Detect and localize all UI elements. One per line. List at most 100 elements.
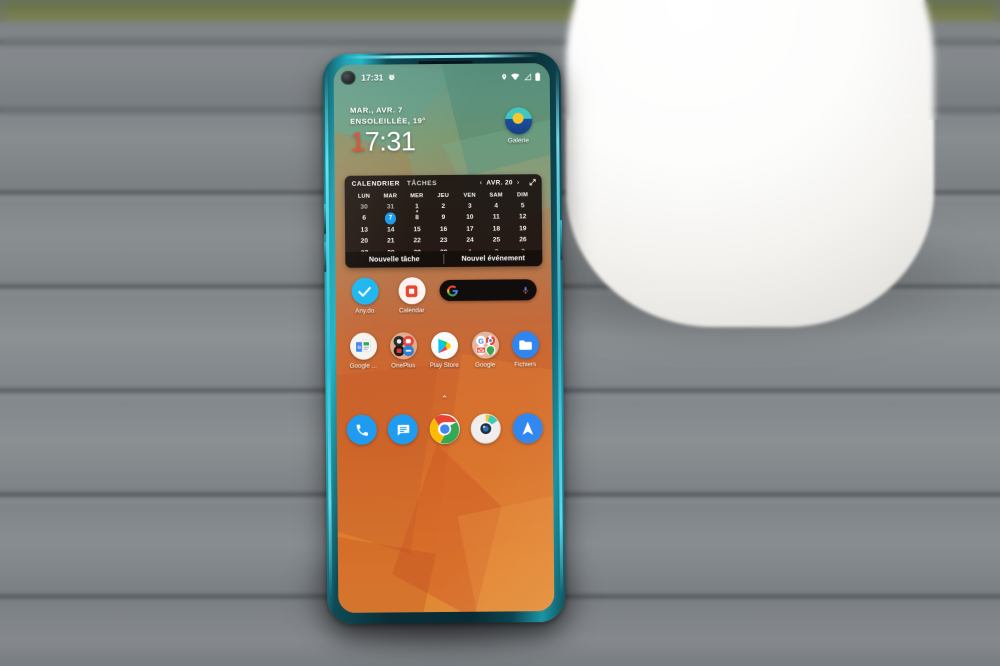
oneplus-folder-icon xyxy=(389,332,417,360)
calendar-day-header: DIM xyxy=(516,192,529,199)
svg-text:G: G xyxy=(478,336,484,345)
calendar-day-cell[interactable]: 31 xyxy=(377,201,404,213)
calendar-day-cell[interactable]: 30 xyxy=(351,202,378,214)
tab-calendrier[interactable]: CALENDRIER xyxy=(352,180,400,187)
dock-item-navigation[interactable] xyxy=(512,413,543,444)
anydo-checkmark-icon xyxy=(350,277,379,305)
calendar-day-cell[interactable]: 11 xyxy=(483,212,510,224)
app-oneplus-folder[interactable]: OnePlus xyxy=(384,332,422,369)
punch-hole-camera xyxy=(341,71,355,85)
calendar-day-cell[interactable]: 17 xyxy=(457,223,484,235)
calendar-day-header: LUN xyxy=(357,193,371,200)
app-drawer-chevron-icon[interactable]: ⌃ xyxy=(441,394,449,405)
app-anydo[interactable]: Any.do xyxy=(345,277,383,315)
calendar-month-nav: ‹ AVR. 20 › xyxy=(480,178,537,186)
expand-icon[interactable] xyxy=(529,178,537,186)
dock-item-phone[interactable] xyxy=(346,414,377,445)
smartphone-device: 17:31 MAR., AVR. 7 ENSOLEILLÉE, 19° 17:3… xyxy=(322,51,566,625)
calendar-day-cell[interactable]: 24 xyxy=(457,235,484,247)
weather-date: MAR., AVR. 7 xyxy=(349,105,403,115)
calendar-grid[interactable]: LUN MAR MER JEU VEN SAM DIM 30 31 1 2 3 4 5 6 7 8 9 10 11 12… xyxy=(345,190,543,259)
calendar-day-cell[interactable]: 4 xyxy=(483,200,510,212)
new-task-button[interactable]: Nouvelle tâche xyxy=(345,256,443,264)
calendar-day-cell[interactable]: 7 xyxy=(377,212,404,225)
clock-first-digit: 1 xyxy=(350,126,365,157)
calendar-day-cell[interactable]: 25 xyxy=(483,235,510,247)
clock-remaining: 7:31 xyxy=(364,126,416,157)
google-search-bar[interactable] xyxy=(439,279,537,302)
app-calendar[interactable]: Calendar xyxy=(392,277,430,314)
calendar-day-cell[interactable]: 18 xyxy=(483,223,510,235)
app-label: Any.do xyxy=(355,307,375,315)
calendar-day-cell[interactable]: 23 xyxy=(430,235,457,247)
app-google-news[interactable]: G Google ... xyxy=(344,332,382,370)
dock-item-camera[interactable] xyxy=(470,413,501,444)
messages-icon xyxy=(387,414,418,445)
gallery-shortcut[interactable]: Galerie xyxy=(497,107,539,144)
files-folder-icon xyxy=(511,331,539,359)
calendar-day-cell[interactable]: 9 xyxy=(430,212,457,224)
next-month-button[interactable]: › xyxy=(517,179,520,186)
calendar-day-cell[interactable]: 6 xyxy=(351,213,378,225)
calendar-day-cell[interactable]: 19 xyxy=(510,223,537,235)
calendar-day-cell[interactable]: 16 xyxy=(430,224,457,236)
app-label: OnePlus xyxy=(391,362,416,370)
calendar-day-cell[interactable]: 22 xyxy=(404,235,431,247)
status-bar-time: 17:31 xyxy=(361,72,384,83)
calendar-day-cell[interactable]: 26 xyxy=(510,234,537,246)
battery-icon xyxy=(535,72,540,81)
gallery-icon xyxy=(504,107,532,135)
calendar-day-cell[interactable]: 15 xyxy=(404,224,431,236)
calendar-day-cell[interactable]: 20 xyxy=(351,236,378,248)
calendar-day-cell[interactable]: 21 xyxy=(378,236,405,248)
gallery-label: Galerie xyxy=(507,137,529,145)
calendar-day-cell[interactable]: 13 xyxy=(351,224,378,236)
phone-top-rim xyxy=(344,54,539,59)
chrome-icon xyxy=(429,413,460,445)
calendar-widget[interactable]: CALENDRIER TÂCHES ‹ AVR. 20 › LUN MAR MER J… xyxy=(344,174,543,268)
calendar-day-cell[interactable]: 5 xyxy=(509,200,536,212)
svg-text:G: G xyxy=(357,345,361,351)
app-fichiers[interactable]: Fichiers xyxy=(506,331,544,368)
calendar-day-cell[interactable]: 8 xyxy=(404,213,431,225)
calendar-day-cell[interactable]: 1 xyxy=(404,201,431,213)
prev-month-button[interactable]: ‹ xyxy=(480,179,483,186)
calendar-day-cell[interactable]: 10 xyxy=(457,212,484,224)
calendar-day-header: MAR xyxy=(383,193,398,200)
calendar-day-header: VEN xyxy=(463,192,476,199)
tab-taches[interactable]: TÂCHES xyxy=(407,180,437,187)
white-ceramic-vase xyxy=(566,0,934,327)
dock-item-messages[interactable] xyxy=(387,414,418,445)
volume-up-button[interactable] xyxy=(322,204,327,235)
calendar-widget-header: CALENDRIER TÂCHES ‹ AVR. 20 › xyxy=(345,174,542,192)
weather-clock-widget[interactable]: MAR., AVR. 7 ENSOLEILLÉE, 19° 17:31 xyxy=(349,104,426,157)
calendar-app-icon xyxy=(397,277,426,305)
app-label: Google ... xyxy=(349,362,377,370)
calendar-day-cell[interactable]: 14 xyxy=(377,224,404,236)
app-label: Fichiers xyxy=(514,361,537,369)
play-store-icon xyxy=(430,331,458,360)
location-pin-icon xyxy=(501,73,506,80)
alarm-icon xyxy=(388,74,395,81)
dock-item-chrome[interactable] xyxy=(429,413,460,445)
calendar-day-cell[interactable]: 3 xyxy=(457,201,484,213)
google-news-icon: G xyxy=(349,332,377,360)
calendar-day-cell[interactable]: 12 xyxy=(509,212,536,224)
status-bar: 17:31 xyxy=(334,63,550,91)
gallery-sun-shape xyxy=(512,112,524,124)
app-play-store[interactable]: Play Store xyxy=(425,331,463,369)
volume-down-button[interactable] xyxy=(323,242,327,273)
phone-screen[interactable]: 17:31 MAR., AVR. 7 ENSOLEILLÉE, 19° 17:3… xyxy=(333,63,555,613)
google-g-icon xyxy=(447,284,458,296)
calendar-widget-footer: Nouvelle tâche Nouvel événement xyxy=(345,250,543,268)
wifi-icon xyxy=(511,73,520,80)
app-google-folder[interactable]: G Google xyxy=(466,331,504,369)
camera-icon xyxy=(470,413,501,444)
new-event-button[interactable]: Nouvel événement xyxy=(444,255,542,263)
status-bar-icons xyxy=(500,72,541,81)
app-label: Calendar xyxy=(398,307,425,315)
microphone-icon[interactable] xyxy=(522,284,530,296)
calendar-day-header: MER xyxy=(410,193,424,200)
home-app-row-2: G Google ... OnePlus Play Store G Google… xyxy=(342,331,546,377)
calendar-day-cell[interactable]: 2 xyxy=(430,201,457,213)
